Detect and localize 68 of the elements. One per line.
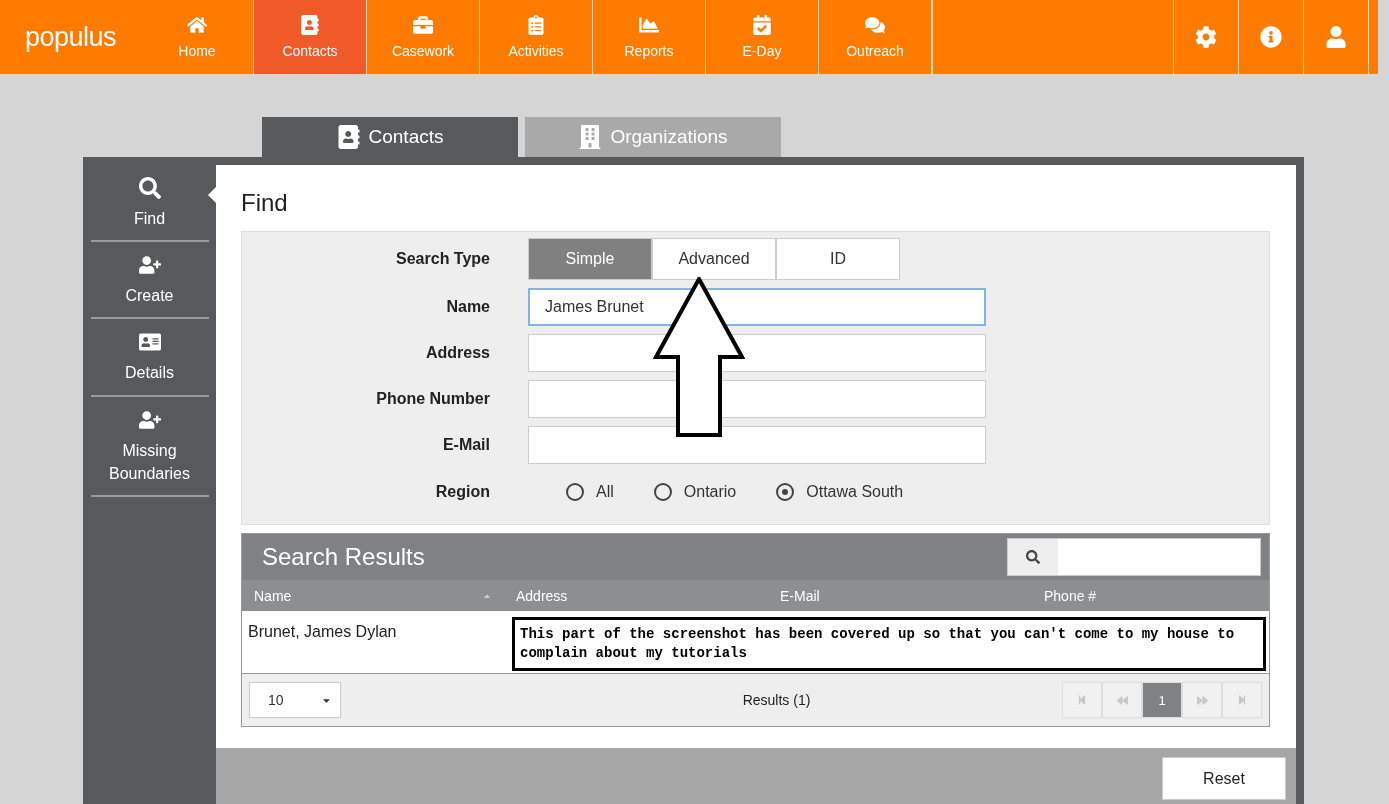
- results-search-field[interactable]: [1007, 538, 1261, 576]
- nav-item[interactable]: Outreach: [819, 0, 932, 74]
- search-type-option[interactable]: Advanced: [652, 238, 776, 280]
- building-icon: [578, 125, 603, 149]
- address-book-icon: [300, 15, 320, 35]
- sidebar-item[interactable]: Create: [90, 242, 209, 320]
- input-field[interactable]: [528, 426, 986, 464]
- last-page-icon: [1237, 695, 1247, 705]
- field-label: Phone Number: [375, 390, 490, 408]
- nav-item[interactable]: Activities: [480, 0, 593, 74]
- speech-bubbles-icon: [865, 15, 885, 35]
- clipboard-icon: [526, 15, 546, 35]
- logo[interactable]: populus: [0, 0, 141, 74]
- search-icon: [1026, 550, 1040, 564]
- nav-item[interactable]: Reports: [593, 0, 706, 74]
- field-label: E-Mail: [441, 436, 490, 454]
- person-add-icon: [138, 408, 161, 431]
- tab[interactable]: Organizations: [525, 117, 781, 157]
- results-title: Search Results: [262, 543, 425, 571]
- cover-note: This part of the screenshot has been covered up so that you can't come to my house to complain about my tutorials: [512, 617, 1266, 671]
- tab[interactable]: Contacts: [262, 117, 518, 157]
- user-icon: [1325, 26, 1347, 48]
- radio-button[interactable]: [776, 483, 795, 501]
- previous-page-button[interactable]: [1102, 682, 1142, 718]
- nav-item[interactable]: Contacts: [254, 0, 367, 74]
- previous-icon: [1116, 694, 1128, 706]
- search-type-option[interactable]: ID: [776, 238, 900, 280]
- next-page-button[interactable]: [1182, 682, 1222, 718]
- sidebar-item[interactable]: Details: [90, 319, 209, 397]
- address-book-icon: [336, 125, 361, 149]
- page-size-select[interactable]: 10: [249, 682, 341, 718]
- first-page-button[interactable]: [1062, 682, 1102, 718]
- input-field[interactable]: [528, 380, 986, 418]
- radio-label: Ottawa South: [806, 483, 904, 501]
- column-header[interactable]: Address: [504, 580, 768, 611]
- radio-label: All: [596, 483, 614, 501]
- field-label: Region: [434, 483, 490, 501]
- next-icon: [1196, 694, 1208, 706]
- field-label: Name: [445, 298, 490, 316]
- field-label: Address: [424, 344, 490, 362]
- column-header[interactable]: Name: [242, 580, 504, 611]
- input-field[interactable]: James Brunet: [528, 288, 986, 326]
- calendar-check-icon: [752, 15, 772, 35]
- nav-item[interactable]: E-Day: [706, 0, 819, 74]
- last-page-button[interactable]: [1222, 682, 1262, 718]
- house-icon: [187, 15, 207, 35]
- briefcase-icon: [413, 15, 433, 35]
- settings-icon: [1195, 26, 1217, 48]
- first-page-icon: [1077, 695, 1087, 705]
- info-icon: [1260, 26, 1282, 48]
- page-title: Find: [241, 189, 289, 217]
- reset-button[interactable]: Reset: [1162, 757, 1286, 800]
- column-header[interactable]: Phone #: [1032, 580, 1269, 611]
- column-header[interactable]: E-Mail: [768, 580, 1032, 611]
- radio-button[interactable]: [566, 483, 584, 501]
- search-icon: [138, 177, 161, 199]
- radio-button[interactable]: [653, 483, 672, 501]
- person-add-icon: [138, 254, 161, 277]
- table-cell-text: Brunet, James Dylan: [247, 622, 398, 642]
- page-button[interactable]: 1: [1142, 682, 1182, 718]
- sidebar-item[interactable]: Missing Boundaries: [90, 396, 209, 497]
- results-count: Results (1): [742, 692, 811, 708]
- field-label: Search Type: [395, 250, 490, 268]
- search-type-option[interactable]: Simple: [528, 238, 652, 280]
- nav-item[interactable]: Casework: [367, 0, 480, 74]
- chart-icon: [639, 15, 659, 35]
- id-card-icon: [138, 331, 161, 354]
- radio-label: Ontario: [683, 483, 737, 501]
